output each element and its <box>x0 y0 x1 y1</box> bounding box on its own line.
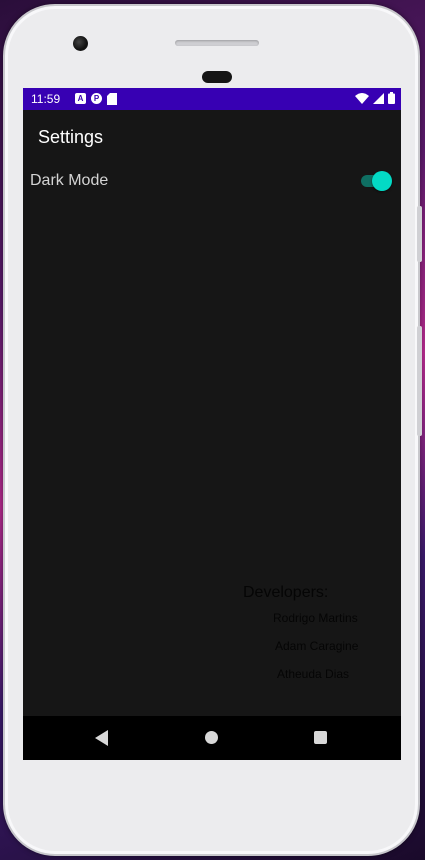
wifi-icon <box>355 92 369 107</box>
status-time: 11:59 <box>31 92 61 106</box>
status-notification-icons: A P <box>75 93 117 108</box>
app-screen: 11:59 A P Settings Dark Mode Developers:… <box>23 88 401 760</box>
recents-icon[interactable] <box>314 731 327 744</box>
proximity-sensor <box>202 71 232 83</box>
front-camera <box>73 36 88 51</box>
p-icon: P <box>91 93 102 104</box>
setting-row-dark-mode[interactable]: Dark Mode <box>23 164 401 198</box>
status-bar: 11:59 A P <box>23 88 401 110</box>
battery-icon <box>388 92 395 107</box>
developer-name: Rodrigo Martins <box>273 611 358 625</box>
dark-mode-label: Dark Mode <box>30 172 109 189</box>
signal-icon <box>373 92 384 107</box>
dark-mode-switch[interactable] <box>359 171 392 191</box>
switch-thumb[interactable] <box>372 171 392 191</box>
a-icon: A <box>75 93 86 104</box>
app-bar: Settings <box>23 110 401 164</box>
back-icon[interactable] <box>95 730 108 746</box>
home-icon[interactable] <box>205 731 218 744</box>
status-system-icons <box>355 92 395 107</box>
earpiece-speaker <box>175 40 259 46</box>
power-button <box>417 206 422 262</box>
page-title: Settings <box>38 127 104 147</box>
developer-name: Adam Caragine <box>275 639 359 653</box>
navigation-bar <box>23 716 401 760</box>
developers-heading: Developers: <box>243 584 329 601</box>
developer-name: Atheuda Dias <box>277 667 350 681</box>
sd-card-icon <box>107 93 117 108</box>
volume-button <box>417 326 422 436</box>
